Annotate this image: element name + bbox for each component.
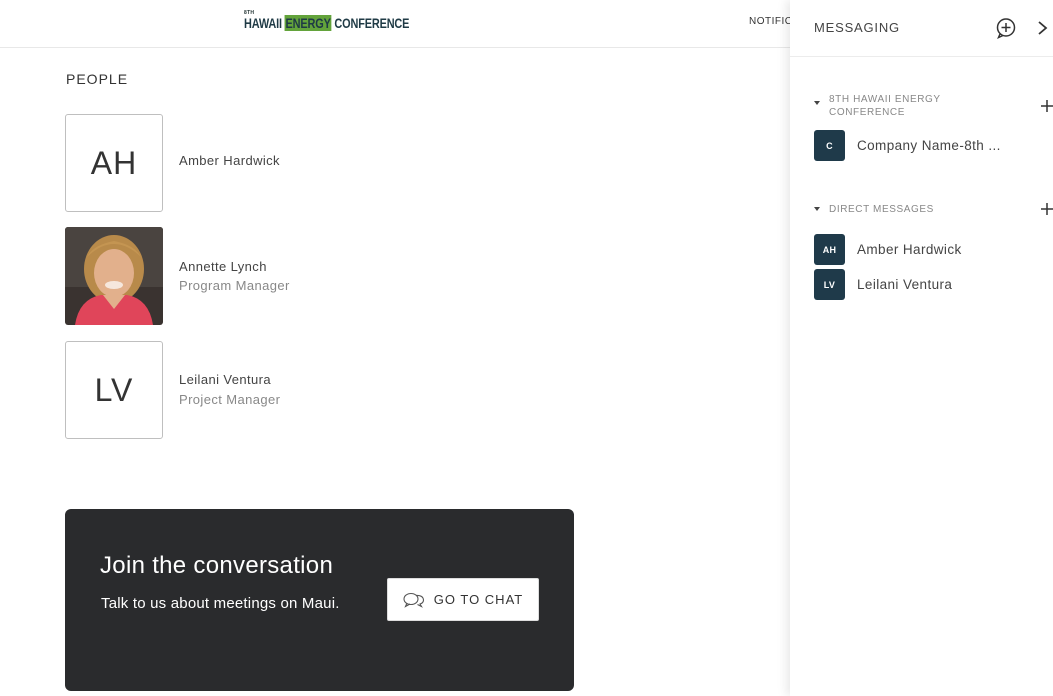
join-title: Join the conversation — [100, 552, 334, 579]
person-name[interactable]: Leilani Ventura — [179, 372, 271, 387]
notifications-link[interactable]: NOTIFIC — [749, 16, 793, 27]
join-conversation-card: Join the conversation Talk to us about m… — [65, 509, 574, 691]
section-direct-messages[interactable]: DIRECT MESSAGES — [814, 202, 1053, 218]
dm-amber-hardwick[interactable]: AH Amber Hardwick — [814, 234, 1044, 266]
avatar: LV — [814, 269, 845, 300]
person-name[interactable]: Amber Hardwick — [179, 153, 280, 168]
go-to-chat-button[interactable]: GO TO CHAT — [387, 578, 539, 621]
section-conference-channels[interactable]: 8TH HAWAII ENERGY CONFERENCE — [814, 92, 1053, 120]
messaging-header: MESSAGING — [790, 0, 1053, 57]
go-to-chat-label: GO TO CHAT — [433, 592, 524, 607]
messaging-title: MESSAGING — [814, 20, 900, 35]
logo-word-conference: CONFERENCE — [331, 15, 410, 31]
person-name[interactable]: Annette Lynch — [179, 259, 267, 274]
avatar: C — [814, 130, 845, 161]
people-heading: PEOPLE — [66, 71, 129, 87]
channel-company-name[interactable]: C Company Name-8th ... — [814, 130, 1044, 162]
section-label: DIRECT MESSAGES — [829, 204, 934, 215]
logo-word-hawaii: HAWAII — [244, 15, 285, 31]
channel-label: Company Name-8th ... — [857, 138, 1001, 153]
avatar-photo[interactable] — [65, 227, 163, 325]
person-role: Program Manager — [179, 278, 290, 293]
person-role: Project Manager — [179, 392, 281, 407]
avatar: AH — [814, 234, 845, 265]
chat-bubbles-icon — [403, 592, 424, 608]
logo-wordmark: HAWAII ENERGY CONFERENCE — [244, 15, 409, 31]
add-chat-icon[interactable] — [995, 17, 1017, 39]
dm-leilani-ventura[interactable]: LV Leilani Ventura — [814, 269, 1044, 301]
add-channel-icon[interactable] — [1040, 99, 1053, 113]
avatar[interactable]: AH — [65, 114, 163, 212]
caret-down-icon — [814, 207, 820, 211]
caret-down-icon — [814, 101, 820, 105]
join-subtitle: Talk to us about meetings on Maui. — [101, 595, 340, 612]
logo-word-energy: ENERGY — [284, 15, 332, 31]
chevron-right-icon[interactable] — [1036, 18, 1050, 38]
dm-label: Leilani Ventura — [857, 277, 953, 292]
person-photo-icon — [65, 227, 163, 325]
dm-label: Amber Hardwick — [857, 242, 962, 257]
messaging-panel: MESSAGING 8TH HAWAII ENERGY CONFERENCE C… — [790, 0, 1053, 696]
add-direct-message-icon[interactable] — [1040, 202, 1053, 216]
section-label: 8TH HAWAII ENERGY CONFERENCE — [829, 94, 941, 118]
avatar[interactable]: LV — [65, 341, 163, 439]
